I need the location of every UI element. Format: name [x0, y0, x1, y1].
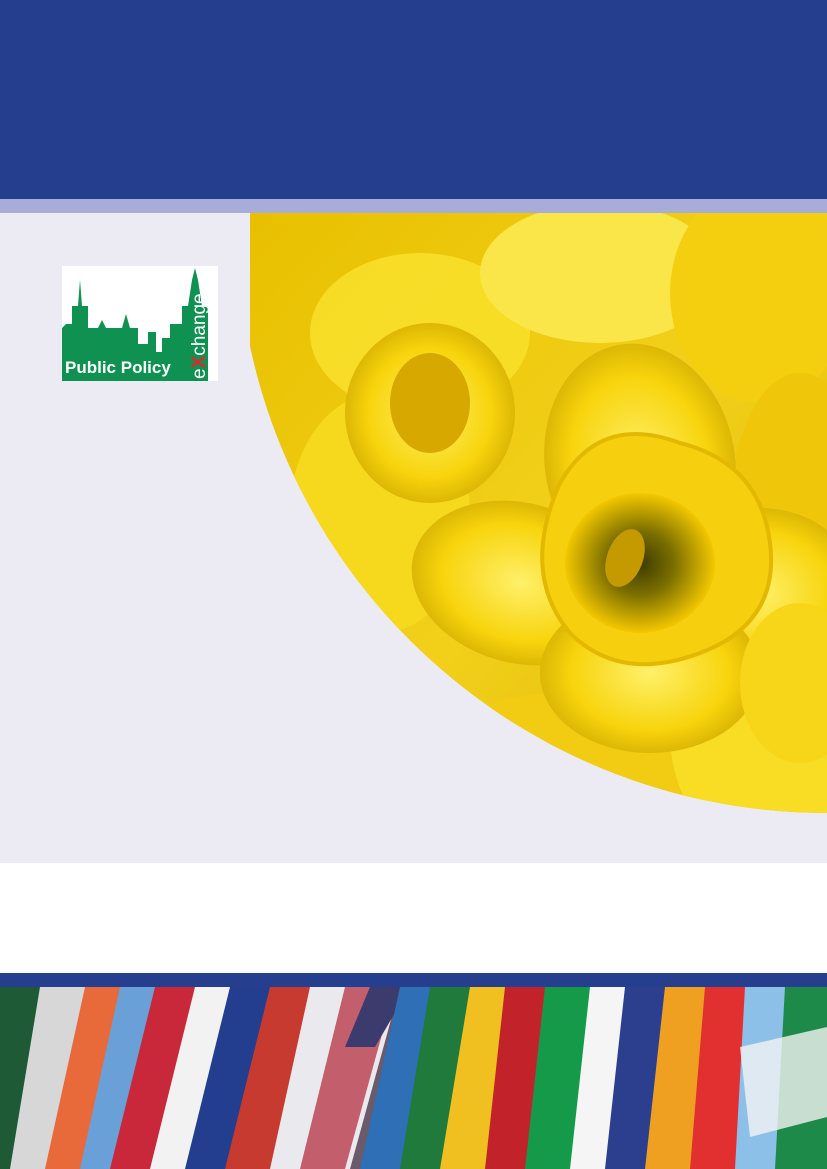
footer-accent-band [0, 973, 827, 987]
svg-text:eXchange: eXchange [189, 293, 210, 379]
international-flags-photo [0, 987, 827, 1169]
logo-text-public-policy: Public Policy [65, 358, 171, 377]
header-accent-stripe [0, 199, 827, 213]
public-policy-exchange-logo: Public Policy eXchange [62, 266, 218, 381]
cover-header-band [0, 0, 827, 199]
logo-text-exchange: eXchange [189, 293, 210, 379]
